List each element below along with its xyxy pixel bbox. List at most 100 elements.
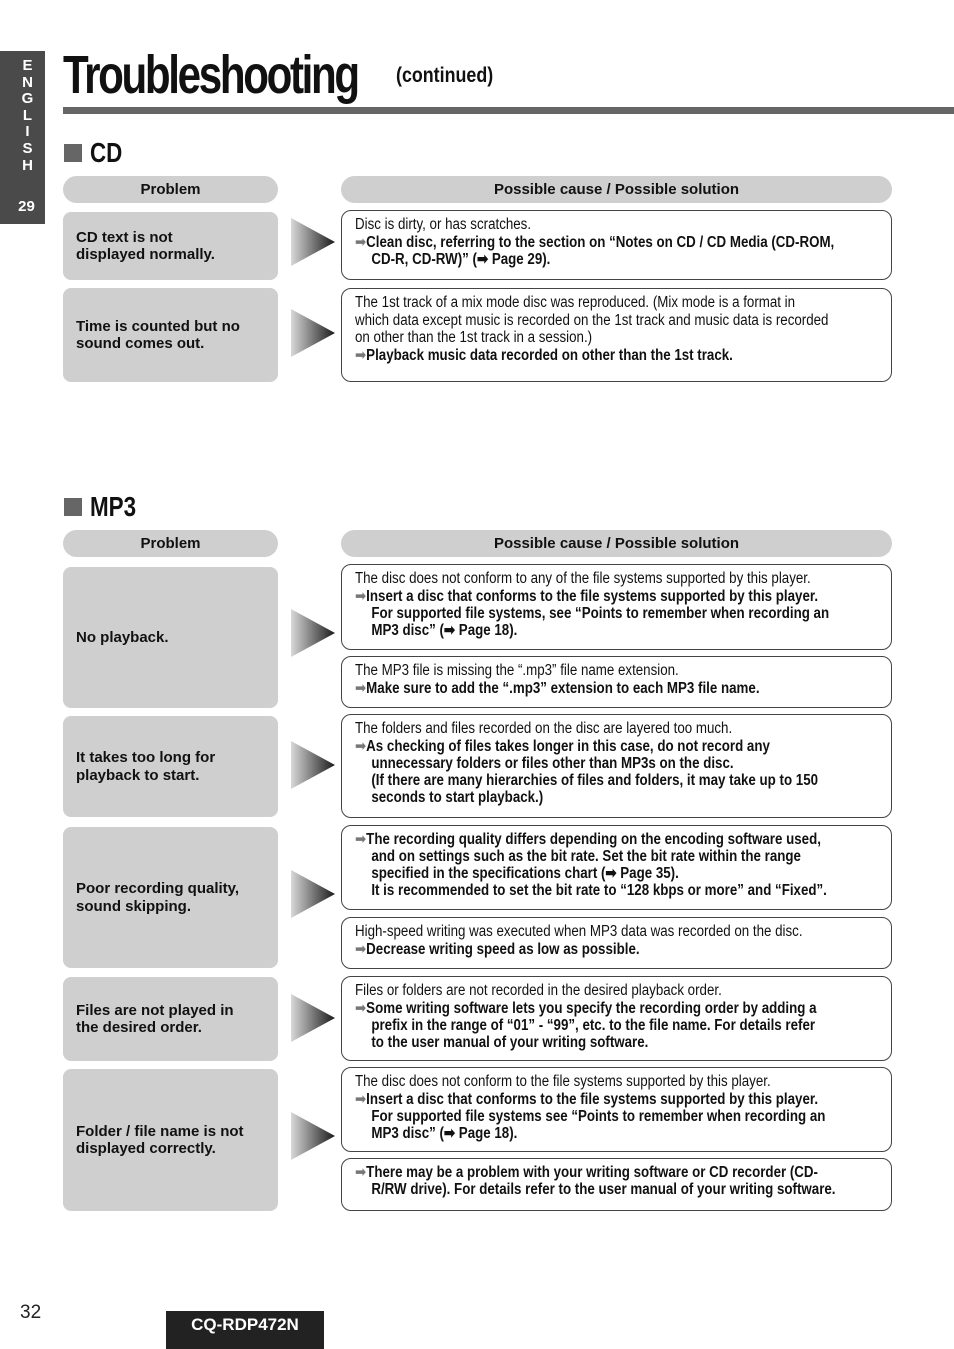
solution-line: CD-R, CD-RW)” (➡ Page 29). — [371, 250, 551, 268]
square-bullet-icon — [64, 144, 82, 162]
problem-box: Files are not played in the desired order… — [63, 977, 278, 1061]
problem-text: Poor recording quality, sound skipping. — [76, 880, 240, 915]
solution-line: specified in the specifications chart (➡… — [371, 865, 679, 882]
problem-text: Time is counted but no sound comes out. — [76, 317, 240, 353]
solution-box: The folders and files recorded on the di… — [341, 714, 892, 818]
language-letter: G — [21, 90, 34, 108]
section-heading-mp3: MP3 — [64, 491, 148, 523]
solution-line: (If there are many hierarchies of files … — [371, 771, 819, 789]
cause-text: The MP3 file is missing the “.mp3” file … — [355, 662, 679, 679]
section-heading-cd: CD — [64, 137, 130, 169]
problem-box: Folder / file name is not displayed corre… — [63, 1069, 278, 1211]
solution-box: ➡The recording quality differs depending… — [341, 825, 892, 910]
page-number: 32 — [20, 1302, 42, 1323]
solution-line: R/RW drive). For details refer to the us… — [371, 1181, 836, 1198]
triangle-arrow-icon — [291, 309, 335, 357]
solution-text: ➡Make sure to add the “.mp3” extension t… — [355, 680, 811, 697]
solution-line: ➡Insert a disc that conforms to the file… — [355, 587, 819, 605]
triangle-arrow-icon — [291, 870, 335, 918]
solution-line: ➡Decrease writing speed as low as possib… — [355, 940, 640, 958]
problem-box: CD text is not displayed normally. — [63, 212, 278, 280]
solution-box: The 1st track of a mix mode disc was rep… — [341, 288, 892, 382]
solution-text: ➡The recording quality differs depending… — [355, 831, 827, 899]
problem-text: It takes too long for playback to start. — [76, 749, 216, 784]
language-letter: I — [25, 123, 30, 141]
solution-box: The disc does not conform to any of the … — [341, 564, 892, 650]
solution-box: The disc does not conform to the file sy… — [341, 1067, 892, 1152]
solution-line: ➡Insert a disc that conforms to the file… — [355, 1090, 819, 1108]
problem-text: Files are not played in the desired order… — [76, 1001, 234, 1037]
solution-text: ➡Insert a disc that conforms to the file… — [355, 587, 830, 639]
solution-line: MP3 disc” (➡ Page 18). — [371, 621, 518, 639]
solution-line: MP3 disc” (➡ Page 18). — [371, 1124, 518, 1142]
language-side-tab: E N G L I S H 29 — [0, 51, 45, 224]
section-number: 29 — [18, 198, 35, 215]
cause-text: The disc does not conform to the file sy… — [355, 1073, 771, 1090]
column-header-problem: Problem — [63, 530, 278, 557]
right-arrow-icon: ➡ — [355, 940, 367, 958]
solution-box: Disc is dirty, or has scratches. ➡Clean d… — [341, 210, 892, 280]
solution-text: ➡There may be a problem with your writin… — [355, 1164, 836, 1198]
right-arrow-icon: ➡ — [355, 1164, 367, 1181]
right-arrow-icon: ➡ — [355, 346, 367, 364]
solution-text: ➡Clean disc, referring to the section on… — [355, 233, 835, 268]
solution-box: The MP3 file is missing the “.mp3” file … — [341, 656, 892, 708]
solution-box: ➡There may be a problem with your writin… — [341, 1158, 892, 1211]
section-label: CD — [90, 137, 123, 168]
page-title: Troubleshooting (continued) — [63, 44, 493, 106]
problem-box: No playback. — [63, 567, 278, 708]
triangle-arrow-icon — [291, 218, 335, 266]
column-header-problem: Problem — [63, 176, 278, 203]
cause-text: The disc does not conform to any of the … — [355, 570, 811, 587]
solution-line: ➡Some writing software lets you specify … — [355, 999, 817, 1017]
column-header-solution: Possible cause / Possible solution — [341, 530, 892, 557]
cause-text: which data except music is recorded on t… — [355, 311, 829, 329]
right-arrow-icon: ➡ — [355, 679, 367, 697]
cause-text: High-speed writing was executed when MP3… — [355, 923, 803, 940]
solution-text: ➡Insert a disc that conforms to the file… — [355, 1090, 826, 1142]
solution-text: ➡Some writing software lets you specify … — [355, 999, 817, 1051]
problem-text: Folder / file name is not displayed corre… — [76, 1122, 244, 1158]
solution-line: ➡Make sure to add the “.mp3” extension t… — [355, 679, 760, 697]
model-badge: CQ-RDP472N — [166, 1311, 324, 1349]
cause-text: Files or folders are not recorded in the… — [355, 982, 722, 999]
problem-box: It takes too long for playback to start. — [63, 716, 278, 817]
solution-line: prefix in the range of “01” - “99”, etc.… — [371, 1016, 816, 1034]
solution-line: ➡Clean disc, referring to the section on… — [355, 233, 835, 251]
right-arrow-icon: ➡ — [355, 999, 367, 1017]
solution-line: ➡There may be a problem with your writin… — [355, 1164, 819, 1181]
problem-text: CD text is not displayed normally. — [76, 228, 215, 264]
column-header-solution: Possible cause / Possible solution — [341, 176, 892, 203]
solution-line: seconds to start playback.) — [371, 788, 544, 806]
triangle-arrow-icon — [291, 994, 335, 1042]
solution-text: ➡Playback music data recorded on other t… — [355, 347, 811, 364]
language-letter: S — [22, 139, 33, 157]
language-letter: H — [22, 156, 33, 174]
language-label: E N G L I S H — [0, 57, 55, 174]
title-subtitle: (continued) — [396, 64, 494, 87]
right-arrow-icon: ➡ — [355, 831, 367, 848]
solution-line: For supported file systems, see “Points … — [371, 604, 830, 622]
language-letter: N — [22, 73, 33, 91]
cause-text: Disc is dirty, or has scratches. — [355, 216, 532, 233]
section-label: MP3 — [90, 491, 137, 522]
solution-line: It is recommended to set the bit rate to… — [371, 882, 827, 899]
language-letter: E — [22, 57, 33, 74]
title-divider — [63, 107, 954, 114]
problem-text: No playback. — [76, 628, 169, 646]
solution-text: ➡Decrease writing speed as low as possib… — [355, 941, 811, 958]
problem-box: Time is counted but no sound comes out. — [63, 288, 278, 382]
cause-text: The 1st track of a mix mode disc was rep… — [355, 294, 796, 311]
problem-box: Poor recording quality, sound skipping. — [63, 827, 278, 968]
solution-line: and on settings such as the bit rate. Se… — [371, 848, 801, 865]
solution-line: For supported file systems see “Points t… — [371, 1107, 826, 1125]
title-main: Troubleshooting — [63, 45, 360, 105]
solution-box: Files or folders are not recorded in the… — [341, 976, 892, 1061]
triangle-arrow-icon — [291, 1112, 335, 1160]
cause-text: on other than the 1st track in a session… — [355, 329, 593, 346]
right-arrow-icon: ➡ — [355, 233, 367, 251]
triangle-arrow-icon — [291, 741, 335, 789]
triangle-arrow-icon — [291, 609, 335, 657]
cause-text: The folders and files recorded on the di… — [355, 720, 733, 737]
solution-line: ➡As checking of files takes longer in th… — [355, 737, 770, 755]
